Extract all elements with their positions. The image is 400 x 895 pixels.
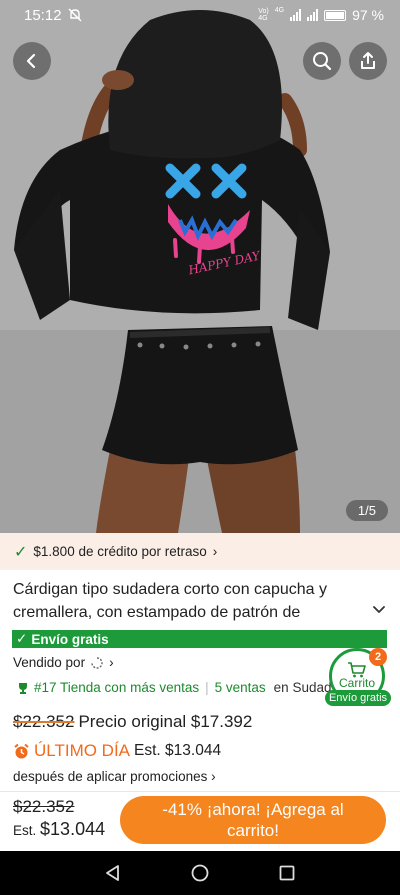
product-photo: HAPPY DAY xyxy=(0,0,400,533)
strikethrough-price: $22.352 xyxy=(13,712,75,731)
chevron-right-icon: › xyxy=(109,655,114,670)
battery-percent: 97 % xyxy=(352,7,384,23)
search-icon xyxy=(313,52,332,71)
mute-bell-icon xyxy=(68,8,82,22)
loading-spinner-icon xyxy=(91,656,103,669)
chevron-down-icon xyxy=(373,606,385,613)
chevron-right-icon: › xyxy=(211,769,216,784)
bottom-price-summary: $22.352 Est. $13.044 xyxy=(13,797,105,840)
bottom-estimated-price: Est. $13.044 xyxy=(13,819,105,840)
promotions-link[interactable]: después de aplicar promociones › xyxy=(13,769,216,784)
cart-widget[interactable]: Carrito 2 Envío gratis xyxy=(325,648,391,708)
status-time: 15:12 xyxy=(24,6,62,24)
check-icon: ✓ xyxy=(14,543,28,561)
estimated-price: Est. $13.044 xyxy=(134,742,222,759)
battery-icon xyxy=(324,9,347,21)
share-icon xyxy=(361,52,375,69)
volte-indicator: Vo) 4G xyxy=(258,8,269,22)
last-day-row: ÚLTIMO DÍA Est. $13.044 xyxy=(13,741,221,761)
seller-row[interactable]: Vendido por › xyxy=(13,655,114,670)
network-type: 4G xyxy=(274,7,285,14)
free-shipping-label: Envío gratis xyxy=(31,631,109,647)
store-rank-row[interactable]: #17 Tienda con más ventas | 5 ventas en … xyxy=(16,680,331,695)
product-title: Cárdigan tipo sudadera corto con capucha… xyxy=(13,581,327,621)
est-label: Est. xyxy=(13,823,37,838)
product-image-gallery[interactable]: HAPPY DAY 15:12 Vo) 4G 4G 97 % 1/5 xyxy=(0,0,400,533)
promotions-note: después de aplicar promociones xyxy=(13,769,208,784)
expand-title-button[interactable] xyxy=(372,602,386,621)
cart-label: Carrito xyxy=(338,676,375,690)
credit-text: $1.800 de crédito por retraso xyxy=(33,544,207,559)
signal-icon-2 xyxy=(307,9,319,21)
divider: | xyxy=(205,680,209,695)
add-to-cart-button[interactable]: -41% ¡ahora! ¡Agrega al carrito! xyxy=(120,796,386,844)
system-nav-bar xyxy=(0,851,400,895)
status-bar: 15:12 Vo) 4G 4G 97 % xyxy=(0,0,400,30)
sales-count: 5 ventas xyxy=(214,680,266,695)
last-day-label: ÚLTIMO DÍA xyxy=(34,741,131,760)
original-price: Precio original $17.392 xyxy=(78,712,253,731)
share-button[interactable] xyxy=(349,42,387,80)
nav-back-icon[interactable] xyxy=(104,864,122,882)
free-shipping-badge: ✓ Envío gratis xyxy=(12,630,387,648)
signal-icon xyxy=(290,9,302,21)
search-button[interactable] xyxy=(303,42,341,80)
store-rank-text: #17 Tienda con más ventas xyxy=(34,680,200,695)
alarm-clock-icon xyxy=(14,743,29,758)
price-row: $22.352 Precio original $17.392 xyxy=(13,712,252,732)
bottom-strikethrough-price: $22.352 xyxy=(13,797,75,816)
region-text: en Sudad xyxy=(273,680,332,695)
nav-home-icon[interactable] xyxy=(191,864,209,882)
est-value: $13.044 xyxy=(40,819,106,839)
photo-counter: 1/5 xyxy=(345,500,388,521)
cart-free-shipping-label: Envío gratis xyxy=(325,690,391,706)
late-delivery-credit-banner[interactable]: ✓ $1.800 de crédito por retraso › xyxy=(0,533,400,570)
nav-recents-icon[interactable] xyxy=(278,864,296,882)
sold-by-label: Vendido por xyxy=(13,655,86,670)
back-button[interactable] xyxy=(13,42,51,80)
cart-count-badge: 2 xyxy=(369,648,387,666)
chevron-left-icon xyxy=(26,53,36,69)
divider xyxy=(0,791,400,792)
trophy-icon xyxy=(19,682,27,694)
check-icon: ✓ xyxy=(16,631,28,646)
chevron-right-icon: › xyxy=(212,544,218,559)
